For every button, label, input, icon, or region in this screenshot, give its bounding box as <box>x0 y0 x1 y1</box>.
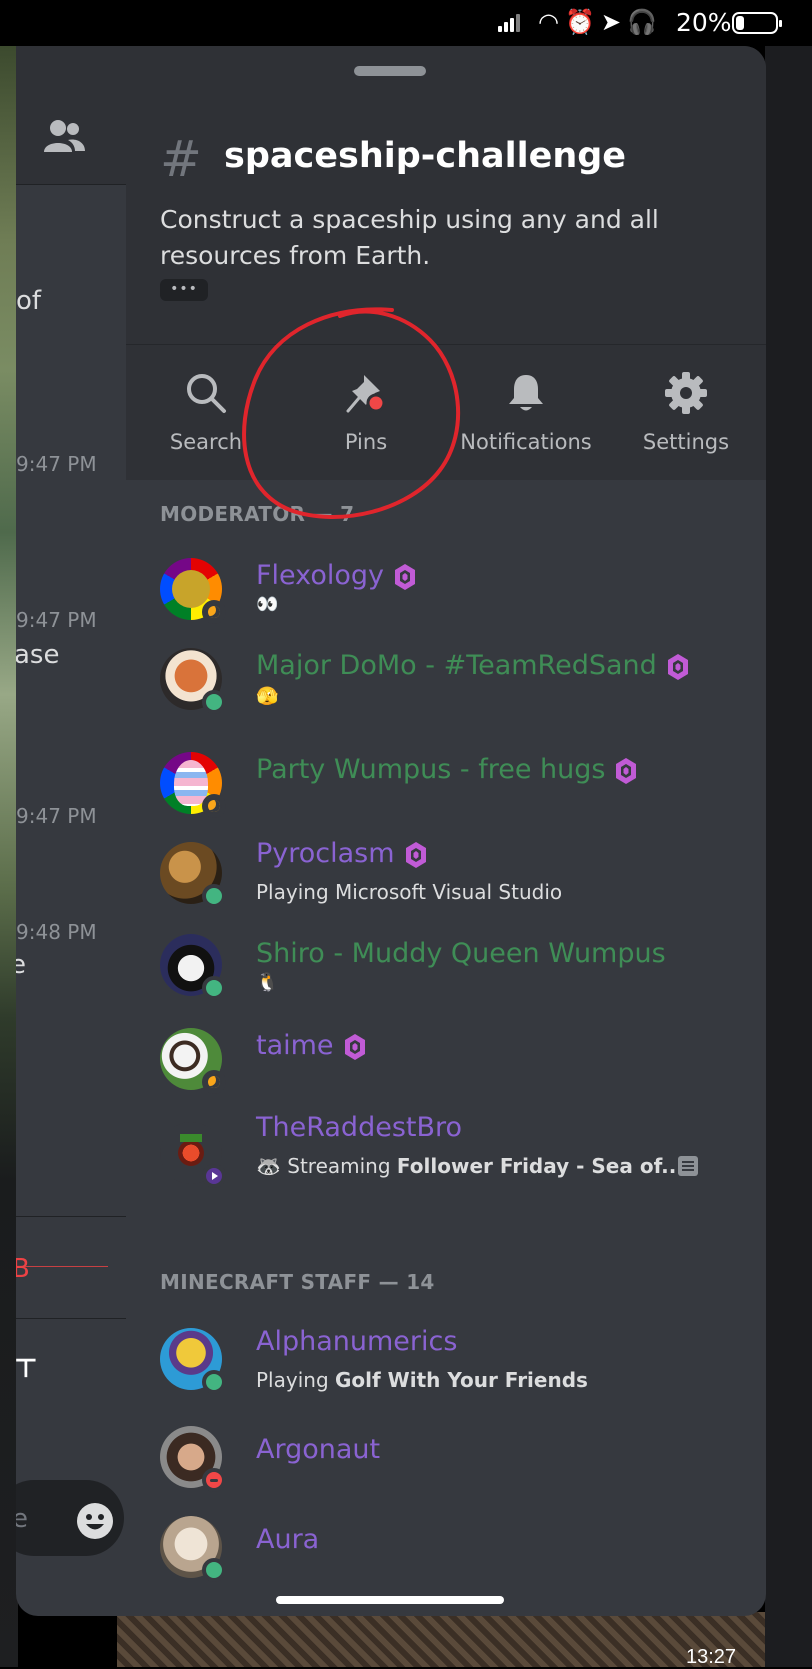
member-row[interactable]: Alphanumerics Playing Golf With Your Fri… <box>126 1314 766 1404</box>
search-label: Search <box>169 430 243 454</box>
settings-label: Settings <box>642 430 730 454</box>
chat-header <box>16 46 126 185</box>
chat-timestamp: 9:47 PM <box>16 452 97 476</box>
member-name: Aura <box>256 1524 320 1555</box>
channel-info-drawer: # spaceship-challenge Construct a spaces… <box>126 46 766 1616</box>
gear-icon <box>665 372 707 414</box>
chat-text-fragment: of <box>16 286 42 316</box>
member-row[interactable]: Flexology 👀 <box>126 546 766 636</box>
divider <box>16 1216 126 1217</box>
background-video-strip <box>117 1612 765 1667</box>
moderator-badge-icon <box>667 653 688 680</box>
moderator-badge-icon <box>405 841 426 868</box>
channel-header: # spaceship-challenge Construct a spaces… <box>126 46 766 345</box>
alarm-icon: ⏰ <box>564 8 601 36</box>
settings-button[interactable]: Settings <box>606 345 766 480</box>
status-icons: ◠⏰➤🎧 <box>538 8 663 36</box>
custom-status-emoji: 🐧 <box>256 972 279 993</box>
member-row[interactable]: Shiro - Muddy Queen Wumpus 🐧 <box>126 922 766 1012</box>
chat-timestamp: 9:48 PM <box>16 920 97 944</box>
member-activity: Playing Microsoft Visual Studio <box>256 880 563 904</box>
member-row[interactable]: TheRaddestBro 🦝 Streaming Follower Frida… <box>126 1102 766 1192</box>
member-row[interactable]: Party Wumpus - free hugs <box>126 726 766 818</box>
search-icon <box>187 374 226 413</box>
headphones-icon: 🎧 <box>626 8 663 36</box>
member-name: Flexology <box>256 560 416 591</box>
role-header-minecraft-staff: MINECRAFT STAFF — 14 <box>160 1270 435 1294</box>
chat-text-fragment: ase <box>16 640 60 670</box>
hash-icon: # <box>160 130 202 188</box>
new-messages-line <box>16 1266 108 1267</box>
status-dnd-icon <box>202 1468 226 1492</box>
battery-icon <box>732 12 782 34</box>
search-button[interactable]: Search <box>126 345 286 480</box>
member-name: Major DoMo - #TeamRedSand <box>256 650 689 681</box>
divider <box>16 1318 126 1319</box>
status-online-icon <box>202 1558 226 1582</box>
member-name: TheRaddestBro <box>256 1112 463 1143</box>
home-indicator <box>276 1596 504 1604</box>
channel-name: spaceship-challenge <box>224 136 627 176</box>
status-online-icon <box>202 1370 226 1394</box>
status-online-icon <box>202 690 226 714</box>
message-input-placeholder: e <box>16 1504 28 1534</box>
member-name: Shiro - Muddy Queen Wumpus <box>256 938 666 969</box>
status-online-icon <box>202 976 226 1000</box>
moderator-badge-icon <box>344 1033 365 1060</box>
member-name: Party Wumpus - free hugs <box>256 754 637 785</box>
channel-topic: Construct a spaceship using any and all … <box>160 205 659 270</box>
status-online-icon <box>202 884 226 908</box>
custom-status-emoji: 👀 <box>256 594 279 615</box>
chat-column: of 9:47 PM 9:47 PM ase 9:47 PM 9:48 PM e… <box>16 46 126 1616</box>
role-header-moderator: MODERATOR — 7 <box>160 502 355 526</box>
notifications-button[interactable]: Notifications <box>446 345 606 480</box>
notifications-label: Notifications <box>460 430 592 454</box>
drag-handle[interactable] <box>354 66 426 76</box>
member-activity: 🦝 Streaming Follower Friday - Sea of... <box>256 1154 684 1178</box>
battery-percent: 20% <box>676 8 732 37</box>
moderator-badge-icon <box>394 563 415 590</box>
member-name: Pyroclasm <box>256 838 427 869</box>
pins-label: Pins <box>344 430 388 454</box>
chat-timestamp: 9:47 PM <box>16 608 97 632</box>
pins-button[interactable]: Pins <box>286 345 446 480</box>
status-idle-icon <box>202 1070 226 1094</box>
moderator-badge-icon <box>616 757 637 784</box>
status-bar: ◠⏰➤🎧 20% <box>0 0 812 46</box>
member-row[interactable]: Pyroclasm Playing Microsoft Visual Studi… <box>126 826 766 916</box>
member-row[interactable]: taime <box>126 1012 766 1102</box>
rich-presence-icon[interactable] <box>678 1156 698 1176</box>
member-row[interactable]: Major DoMo - #TeamRedSand 🫣 <box>126 636 766 726</box>
member-name: Argonaut <box>256 1434 381 1465</box>
custom-status-emoji: 🦝 <box>256 1154 281 1178</box>
wifi-icon: ◠ <box>538 8 565 36</box>
status-idle-icon <box>202 600 226 624</box>
bell-icon <box>509 375 543 411</box>
members-icon[interactable] <box>42 118 86 154</box>
chat-text-fragment: e <box>16 950 26 980</box>
cellular-signal-icon <box>498 14 522 32</box>
more-topic-button[interactable]: ••• <box>160 279 208 301</box>
chat-timestamp: 9:47 PM <box>16 804 97 828</box>
member-name: taime <box>256 1030 366 1061</box>
member-activity: Playing Golf With Your Friends <box>256 1368 588 1392</box>
background-edge <box>765 46 812 1667</box>
channel-toolbar: Search Pins Notifications Settings <box>126 345 766 480</box>
member-row[interactable]: Aura <box>126 1504 766 1594</box>
video-time: 13:27 <box>686 1646 737 1668</box>
status-streaming-icon <box>202 1164 226 1188</box>
pin-icon <box>346 375 386 413</box>
location-icon: ➤ <box>600 8 627 36</box>
chat-text-fragment: B <box>16 1254 30 1284</box>
member-name: Alphanumerics <box>256 1326 458 1357</box>
custom-status-emoji: 🫣 <box>256 686 279 707</box>
emoji-icon[interactable] <box>76 1502 114 1540</box>
chat-glyph: ⊤ <box>16 1354 38 1384</box>
member-row[interactable]: Argonaut <box>126 1414 766 1504</box>
status-idle-icon <box>202 794 226 818</box>
